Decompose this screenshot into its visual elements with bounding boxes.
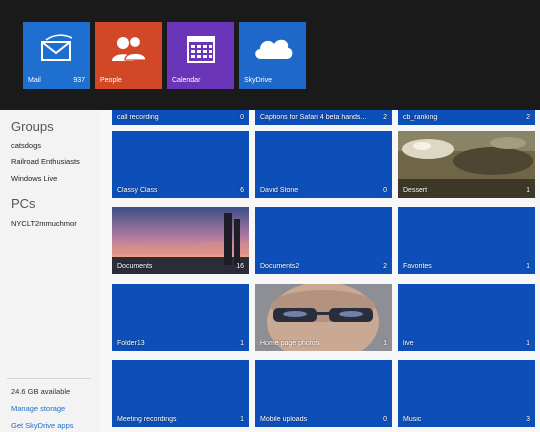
- folder-name: Captions for Safari 4 beta hands...: [260, 114, 367, 121]
- folder-count: 2: [383, 114, 387, 121]
- group-item-windows-live[interactable]: Windows Live: [11, 174, 57, 183]
- folder-count: 2: [383, 263, 387, 270]
- folder-tile[interactable]: Documents2 2: [255, 207, 392, 274]
- folder-tile[interactable]: Folder13 1: [112, 284, 249, 351]
- folder-tile[interactable]: Dessert 1: [398, 131, 535, 198]
- group-item-catsdogs[interactable]: catsdogs: [11, 141, 41, 150]
- folder-count: 0: [383, 187, 387, 194]
- folder-tile[interactable]: cb_ranking 2: [398, 110, 535, 125]
- folder-name: Meeting recordings: [117, 416, 177, 423]
- folder-count: 1: [526, 340, 530, 347]
- mail-app-label: Mail: [28, 77, 41, 84]
- folder-name: Documents2: [260, 263, 300, 270]
- folder-count: 6: [240, 187, 244, 194]
- folder-count: 1: [240, 340, 244, 347]
- folder-name: Classy Class: [117, 187, 158, 194]
- folder-name: Favorites: [403, 263, 432, 270]
- folder-name: Home page photos: [260, 340, 320, 347]
- pc-item-nyclt2mmuchmor[interactable]: NYCLT2mmuchmor: [11, 219, 77, 228]
- folder-name: cb_ranking: [403, 114, 438, 121]
- folder-name: Mobile uploads: [260, 416, 308, 423]
- calendar-app-label: Calendar: [172, 77, 201, 84]
- folder-tile[interactable]: Captions for Safari 4 beta hands... 2: [255, 110, 392, 125]
- mail-icon: [40, 34, 74, 67]
- manage-storage-link[interactable]: Manage storage: [11, 404, 65, 413]
- cloud-icon: [251, 34, 295, 67]
- storage-available: 24.6 GB available: [11, 387, 71, 396]
- folder-count: 3: [526, 416, 530, 423]
- pcs-heading: PCs: [11, 196, 36, 211]
- folder-tile[interactable]: Music 3: [398, 360, 535, 427]
- folder-grid: call recording 0 Captions for Safari 4 b…: [100, 110, 540, 432]
- people-app-tile[interactable]: People: [95, 22, 162, 89]
- folder-tile[interactable]: Home page photos 1: [255, 284, 392, 351]
- mail-app-tile[interactable]: Mail 937: [23, 22, 90, 89]
- people-app-label: People: [100, 77, 122, 84]
- folder-tile[interactable]: Mobile uploads 0: [255, 360, 392, 427]
- groups-heading: Groups: [11, 119, 54, 134]
- folder-count: 1: [383, 340, 387, 347]
- group-item-railroad-enthusiasts[interactable]: Railroad Enthusiasts: [11, 157, 80, 166]
- folder-count: 0: [383, 416, 387, 423]
- skydrive-app-label: SkyDrive: [244, 77, 273, 84]
- folder-name: Music: [403, 416, 422, 423]
- folder-tile[interactable]: Documents 16: [112, 207, 249, 274]
- folder-tile[interactable]: Favorites 1: [398, 207, 535, 274]
- folder-count: 2: [526, 114, 530, 121]
- folder-count: 1: [240, 416, 244, 423]
- folder-tile[interactable]: live 1: [398, 284, 535, 351]
- divider: [7, 378, 91, 379]
- folder-tile[interactable]: David Stone 0: [255, 131, 392, 198]
- folder-count: 1: [526, 187, 530, 194]
- folder-name: Documents: [117, 263, 153, 270]
- folder-name: David Stone: [260, 187, 299, 194]
- folder-name: call recording: [117, 114, 159, 121]
- folder-count: 0: [240, 114, 244, 121]
- mail-unread-count: 937: [73, 77, 85, 84]
- folder-name: live: [403, 340, 414, 347]
- folder-count: 16: [236, 263, 244, 270]
- folder-name: Folder13: [117, 340, 145, 347]
- left-pane: Groups catsdogs Railroad Enthusiasts Win…: [0, 110, 100, 432]
- folder-tile[interactable]: Classy Class 6: [112, 131, 249, 198]
- calendar-app-tile[interactable]: Calendar: [167, 22, 234, 89]
- app-bar: Mail 937 People Calendar SkyDrive: [0, 0, 540, 110]
- folder-tile[interactable]: Meeting recordings 1: [112, 360, 249, 427]
- folder-tile[interactable]: call recording 0: [112, 110, 249, 125]
- folder-count: 1: [526, 263, 530, 270]
- get-skydrive-apps-link[interactable]: Get SkyDrive apps: [11, 421, 74, 430]
- calendar-icon: [186, 34, 216, 69]
- folder-name: Dessert: [403, 187, 428, 194]
- skydrive-app-tile[interactable]: SkyDrive: [239, 22, 306, 89]
- people-icon: [111, 34, 147, 67]
